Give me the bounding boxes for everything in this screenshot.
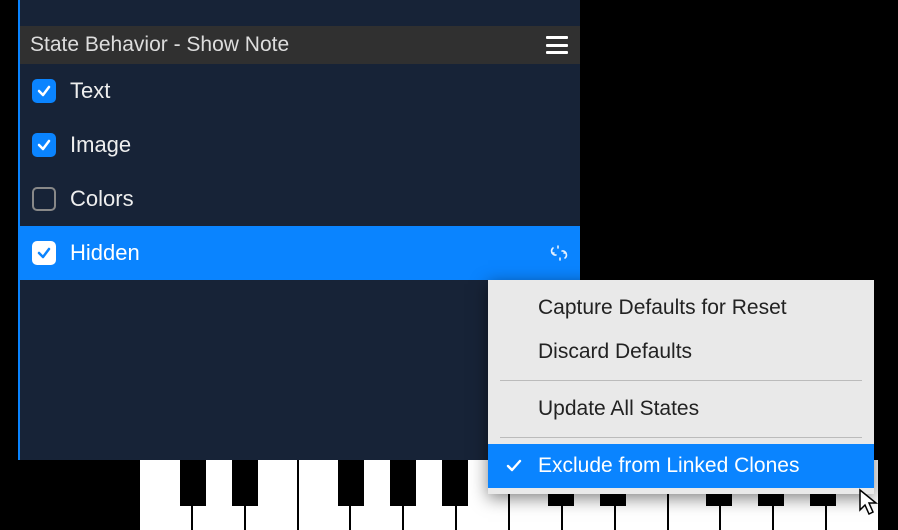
- property-list: Text Image Colors Hidden: [20, 64, 580, 280]
- white-key[interactable]: [246, 460, 299, 530]
- context-menu: Capture Defaults for Reset Discard Defau…: [488, 280, 874, 494]
- prop-row-hidden[interactable]: Hidden: [20, 226, 580, 280]
- checkbox-image[interactable]: [32, 133, 56, 157]
- menu-item-update-all-states[interactable]: Update All States: [488, 387, 874, 431]
- menu-item-exclude-linked-clones[interactable]: Exclude from Linked Clones: [488, 444, 874, 488]
- menu-item-capture-defaults[interactable]: Capture Defaults for Reset: [488, 286, 874, 330]
- menu-item-label: Capture Defaults for Reset: [538, 296, 787, 320]
- prop-row-text[interactable]: Text: [20, 64, 580, 118]
- prop-label: Hidden: [70, 240, 140, 266]
- broken-link-icon: [550, 244, 568, 262]
- menu-item-label: Discard Defaults: [538, 340, 692, 364]
- panel-title: State Behavior - Show Note: [30, 33, 289, 57]
- checkbox-text[interactable]: [32, 79, 56, 103]
- prop-row-colors[interactable]: Colors: [20, 172, 580, 226]
- panel-header: State Behavior - Show Note: [20, 26, 580, 64]
- prop-label: Text: [70, 78, 110, 104]
- white-key[interactable]: [404, 460, 457, 530]
- menu-item-discard-defaults[interactable]: Discard Defaults: [488, 330, 874, 374]
- prop-label: Colors: [70, 186, 134, 212]
- white-key[interactable]: [140, 460, 193, 530]
- hamburger-icon[interactable]: [546, 36, 568, 54]
- check-icon: [504, 456, 524, 476]
- white-key[interactable]: [351, 460, 404, 530]
- prop-label: Image: [70, 132, 131, 158]
- menu-separator: [500, 437, 862, 438]
- menu-separator: [500, 380, 862, 381]
- checkbox-hidden[interactable]: [32, 241, 56, 265]
- prop-row-image[interactable]: Image: [20, 118, 580, 172]
- white-key[interactable]: [193, 460, 246, 530]
- menu-item-label: Exclude from Linked Clones: [538, 454, 799, 478]
- menu-item-label: Update All States: [538, 397, 699, 421]
- checkbox-colors[interactable]: [32, 187, 56, 211]
- white-key[interactable]: [299, 460, 352, 530]
